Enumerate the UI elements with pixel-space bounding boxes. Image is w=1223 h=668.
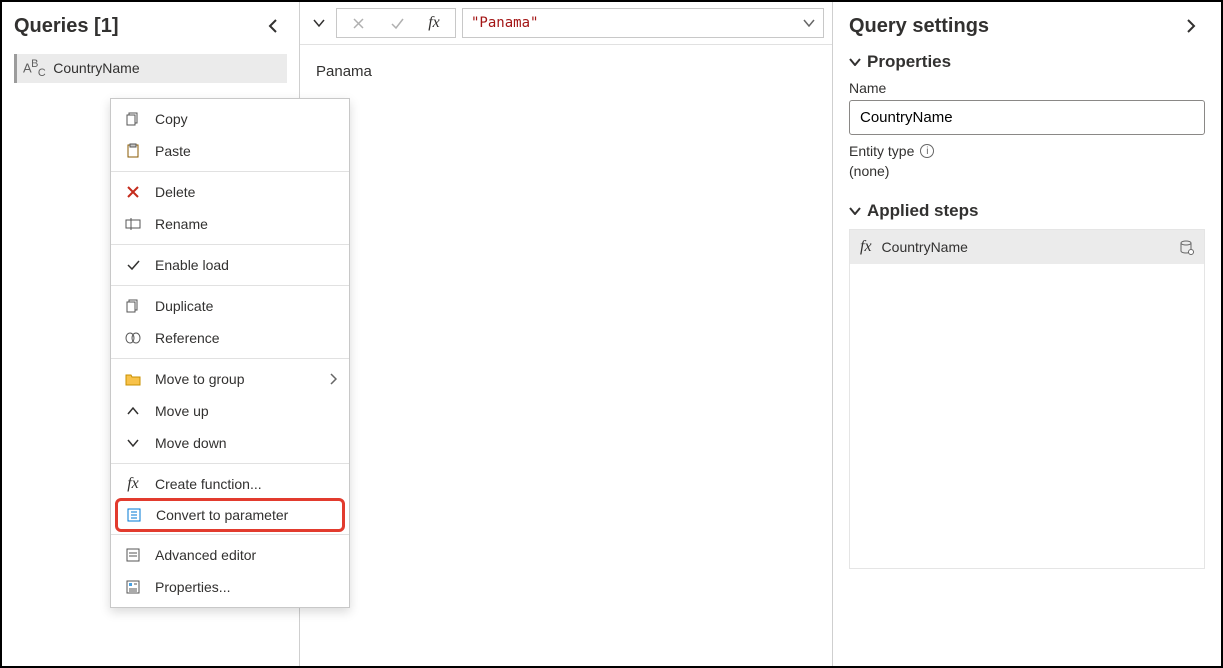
menu-move-up[interactable]: Move up xyxy=(111,395,349,427)
menu-label: Advanced editor xyxy=(155,547,256,563)
menu-label: Delete xyxy=(155,184,195,200)
reference-icon xyxy=(123,328,143,348)
menu-separator xyxy=(111,358,349,359)
formula-bar-actions: fx xyxy=(336,8,456,38)
queries-title: Queries [1] xyxy=(14,15,118,38)
preview-value: Panama xyxy=(316,63,372,80)
formula-text: "Panama" xyxy=(471,15,793,31)
info-icon[interactable]: i xyxy=(920,144,934,158)
checkmark-icon xyxy=(123,255,143,275)
menu-delete[interactable]: Delete xyxy=(111,176,349,208)
formula-bar-toggle[interactable] xyxy=(308,12,330,34)
query-item-label: CountryName xyxy=(53,60,139,76)
app-root: Queries [1] ABC CountryName Copy Paste xyxy=(0,0,1223,668)
menu-label: Convert to parameter xyxy=(156,507,288,523)
delete-icon xyxy=(123,182,143,202)
chevron-right-icon xyxy=(329,373,337,385)
fx-icon: fx xyxy=(860,238,872,256)
menu-separator xyxy=(111,463,349,464)
chevron-down-icon xyxy=(803,19,815,27)
menu-move-down[interactable]: Move down xyxy=(111,427,349,459)
chevron-left-icon xyxy=(268,19,278,33)
menu-convert-to-parameter[interactable]: Convert to parameter xyxy=(115,498,345,532)
formula-input[interactable]: "Panama" xyxy=(462,8,824,38)
applied-steps-list: fx CountryName xyxy=(849,229,1205,569)
queries-pane: Queries [1] ABC CountryName Copy Paste xyxy=(2,2,300,666)
queries-header: Queries [1] xyxy=(14,12,287,40)
menu-paste[interactable]: Paste xyxy=(111,135,349,167)
menu-label: Create function... xyxy=(155,476,262,492)
section-label: Applied steps xyxy=(867,201,978,221)
folder-icon xyxy=(123,369,143,389)
settings-header: Query settings xyxy=(849,12,1205,40)
menu-copy[interactable]: Copy xyxy=(111,103,349,135)
collapse-queries-button[interactable] xyxy=(259,12,287,40)
settings-title: Query settings xyxy=(849,15,989,38)
preview-area: Panama xyxy=(300,45,832,98)
menu-create-function[interactable]: fx Create function... xyxy=(111,468,349,500)
menu-label: Paste xyxy=(155,143,191,159)
menu-label: Move to group xyxy=(155,371,245,387)
entity-type-value: (none) xyxy=(849,163,1205,179)
step-source-icon[interactable] xyxy=(1178,239,1194,255)
section-label: Properties xyxy=(867,52,951,72)
menu-separator xyxy=(111,244,349,245)
chevron-down-icon xyxy=(312,18,326,28)
formula-dropdown-button[interactable] xyxy=(803,19,815,27)
text-type-icon: ABC xyxy=(23,58,45,79)
chevron-down-icon xyxy=(123,433,143,453)
menu-duplicate[interactable]: Duplicate xyxy=(111,290,349,322)
step-label: CountryName xyxy=(882,239,968,255)
fx-icon: fx xyxy=(123,474,143,494)
applied-step[interactable]: fx CountryName xyxy=(850,230,1204,264)
copy-icon xyxy=(123,109,143,129)
menu-properties[interactable]: Properties... xyxy=(111,571,349,603)
editor-icon xyxy=(123,545,143,565)
menu-label: Duplicate xyxy=(155,298,213,314)
menu-label: Move up xyxy=(155,403,209,419)
menu-label: Reference xyxy=(155,330,220,346)
menu-move-to-group[interactable]: Move to group xyxy=(111,363,349,395)
check-icon xyxy=(390,17,404,30)
menu-separator xyxy=(111,171,349,172)
commit-formula-button[interactable] xyxy=(390,17,404,30)
name-input[interactable] xyxy=(849,100,1205,135)
menu-enable-load[interactable]: Enable load xyxy=(111,249,349,281)
entity-type-label: Entity type i xyxy=(849,143,1205,159)
menu-label: Rename xyxy=(155,216,208,232)
properties-section-header[interactable]: Properties xyxy=(849,52,1205,72)
menu-separator xyxy=(111,285,349,286)
chevron-up-icon xyxy=(123,401,143,421)
menu-advanced-editor[interactable]: Advanced editor xyxy=(111,539,349,571)
settings-pane: Query settings Properties Name Entity ty… xyxy=(833,2,1221,666)
menu-label: Copy xyxy=(155,111,188,127)
menu-label: Move down xyxy=(155,435,227,451)
menu-reference[interactable]: Reference xyxy=(111,322,349,354)
query-item[interactable]: ABC CountryName xyxy=(14,54,287,83)
duplicate-icon xyxy=(123,296,143,316)
paste-icon xyxy=(123,141,143,161)
menu-label: Enable load xyxy=(155,257,229,273)
entity-type-label-text: Entity type xyxy=(849,143,914,159)
menu-separator xyxy=(111,534,349,535)
context-menu: Copy Paste Delete Rename xyxy=(110,98,350,608)
center-pane: fx "Panama" Panama xyxy=(300,2,833,666)
fx-icon[interactable]: fx xyxy=(428,14,440,32)
parameter-icon xyxy=(124,505,144,525)
formula-bar: fx "Panama" xyxy=(300,2,832,45)
applied-steps-section-header[interactable]: Applied steps xyxy=(849,201,1205,221)
chevron-down-icon xyxy=(849,207,861,215)
chevron-down-icon xyxy=(849,58,861,66)
collapse-settings-button[interactable] xyxy=(1177,12,1205,40)
x-icon xyxy=(352,17,365,30)
menu-label: Properties... xyxy=(155,579,230,595)
cancel-formula-button[interactable] xyxy=(352,17,365,30)
name-label: Name xyxy=(849,80,1205,96)
rename-icon xyxy=(123,214,143,234)
properties-icon xyxy=(123,577,143,597)
menu-rename[interactable]: Rename xyxy=(111,208,349,240)
chevron-right-icon xyxy=(1186,19,1196,33)
